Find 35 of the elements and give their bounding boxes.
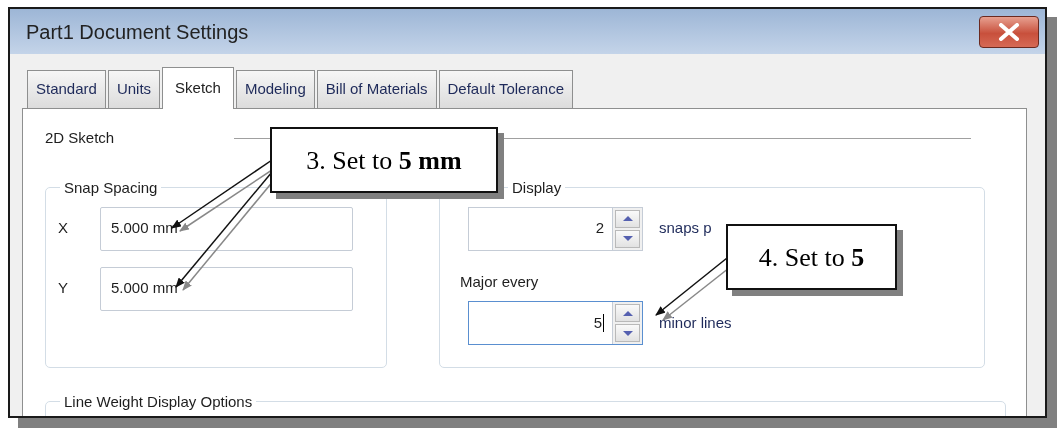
- group-title: Line Weight Display Options: [63, 393, 254, 409]
- spin-up-button[interactable]: [615, 304, 640, 322]
- text-cursor: [603, 314, 604, 332]
- close-button[interactable]: [979, 15, 1039, 48]
- field-label: minor lines: [659, 312, 732, 333]
- spin-value: 5: [593, 312, 602, 333]
- tab[interactable]: Standard: [27, 70, 106, 108]
- tab[interactable]: Modeling: [235, 70, 315, 108]
- tab[interactable]: Default Tolerance: [438, 70, 573, 108]
- spin-down-button[interactable]: [615, 324, 640, 342]
- tab[interactable]: Sketch: [162, 67, 234, 109]
- text-field[interactable]: 5.000 mm: [100, 206, 353, 251]
- down-triangle-icon: [621, 328, 634, 338]
- spin-down-button[interactable]: [615, 229, 640, 248]
- tab[interactable]: Units: [107, 70, 161, 108]
- field-label: snaps p: [659, 218, 712, 239]
- up-triangle-icon: [621, 308, 634, 318]
- spin-value: 2: [595, 218, 604, 239]
- spin-box[interactable]: 2: [468, 206, 643, 251]
- text-field[interactable]: 5.000 mm: [100, 266, 353, 311]
- spin-box[interactable]: 5: [468, 301, 643, 345]
- callout-text: 4. Set to 5: [758, 241, 865, 274]
- window-title: Part1 Document Settings: [26, 19, 249, 45]
- section-title: 2D Sketch: [45, 128, 115, 148]
- group-title: Display: [511, 179, 563, 195]
- close-icon: [998, 22, 1020, 41]
- up-triangle-icon: [621, 214, 634, 223]
- callout-text: 3. Set to 5 mm: [306, 144, 462, 177]
- field-label: Major every: [460, 271, 539, 292]
- spin-up-button[interactable]: [615, 209, 640, 228]
- down-triangle-icon: [621, 234, 634, 243]
- tab[interactable]: Bill of Materials: [316, 70, 437, 108]
- field-label: Y: [58, 278, 69, 299]
- group-title: Snap Spacing: [63, 179, 159, 195]
- field-label: X: [58, 218, 69, 239]
